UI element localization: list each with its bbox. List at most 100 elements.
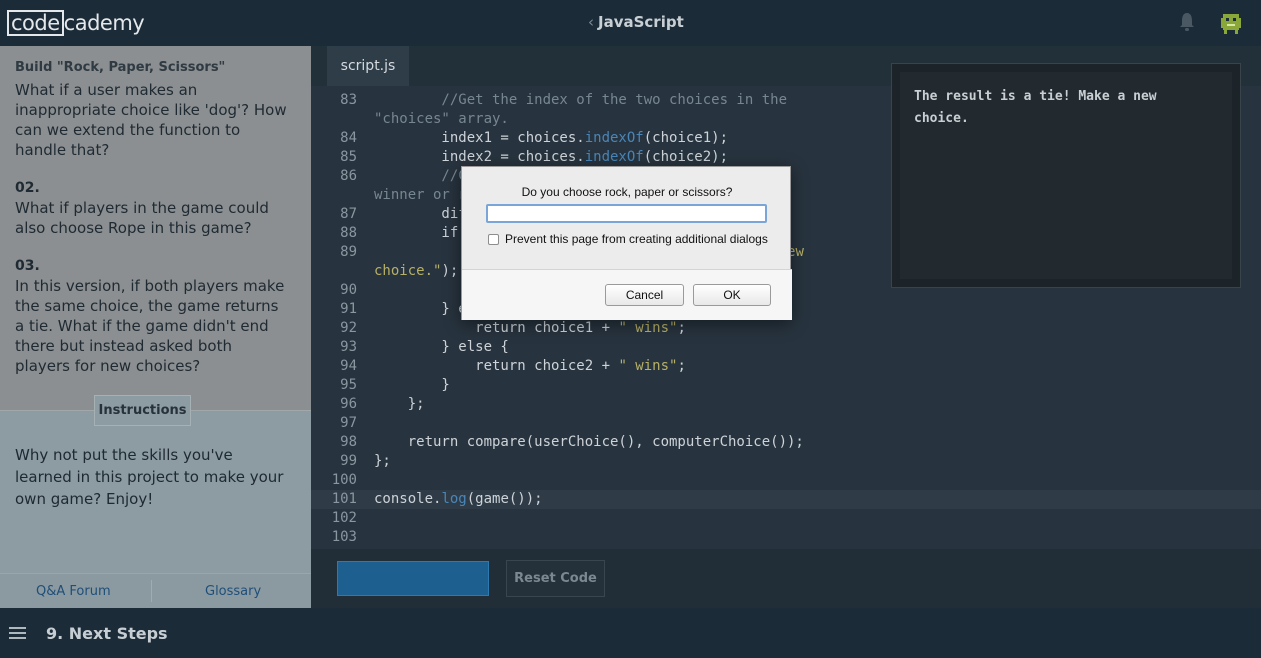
current-step-label[interactable]: 9. Next Steps (46, 624, 168, 643)
code-line: return choice2 + " wins"; (374, 358, 686, 374)
file-tab-script[interactable]: script.js (327, 46, 409, 86)
item-number: 02. (15, 180, 40, 196)
dialog-separator (462, 269, 792, 270)
code-token: } (374, 377, 450, 393)
line-number: 96 (340, 396, 357, 412)
code-token: return choice2 + (374, 358, 619, 374)
prompt-dialog: Do you choose rock, paper or scissors? P… (461, 166, 792, 320)
line-number: 101 (331, 491, 357, 507)
line-number: 98 (340, 434, 357, 450)
code-token: index2 = choices. (374, 149, 585, 165)
code-token: return choice1 + (374, 320, 619, 336)
instructions-text: Why not put the skills you've learned in… (15, 446, 284, 508)
code-line: }; (374, 396, 425, 412)
line-number: 95 (340, 377, 357, 393)
line-number: 99 (340, 453, 357, 469)
code-token: " wins" (618, 320, 678, 336)
lesson-title: Build "Rock, Paper, Scissors" (0, 46, 311, 82)
line-number: 97 (340, 415, 357, 431)
code-token: choice." (374, 263, 442, 279)
code-token: "choices" array. (374, 111, 509, 127)
glossary-link[interactable]: Glossary (205, 584, 261, 599)
code-line: index1 = choices.indexOf(choice1); (374, 130, 728, 146)
line-number: 103 (331, 529, 357, 545)
code-line: } else { (374, 339, 509, 355)
chevron-left-icon: ‹ (588, 13, 594, 31)
item-text: In this version, if both players make th… (15, 277, 285, 375)
line-number: 102 (331, 510, 357, 526)
code-token: (choice1); (643, 130, 729, 146)
console-screen: The result is a tie! Make a new choice. (900, 72, 1232, 279)
code-token: //Get the index of the two choices in th… (374, 92, 788, 108)
code-token: log (441, 491, 467, 507)
code-token: console. (374, 491, 442, 507)
checkbox-box[interactable] (488, 233, 499, 245)
code-line: console.log(game()); (374, 491, 543, 507)
menu-icon[interactable] (9, 627, 26, 640)
line-number: 100 (331, 472, 357, 488)
line-number: 93 (340, 339, 357, 355)
item-number: 03. (15, 258, 40, 274)
code-line: "choices" array. (374, 111, 509, 127)
instructions-tab[interactable]: Instructions (94, 395, 191, 426)
code-token: indexOf (584, 130, 644, 146)
run-button[interactable] (337, 561, 489, 596)
course-breadcrumb[interactable]: ‹ JavaScript (588, 13, 684, 31)
bottom-bar: 9. Next Steps (0, 608, 1261, 658)
console-output-text: The result is a tie! Make a new choice. (914, 89, 1157, 126)
item-text: What if players in the game could also c… (15, 199, 269, 237)
reset-code-button[interactable]: Reset Code (506, 560, 605, 597)
code-token: indexOf (584, 149, 644, 165)
line-number: 90 (340, 282, 357, 298)
code-token: " wins" (618, 358, 678, 374)
line-number: 94 (340, 358, 357, 374)
line-number: 91 (340, 301, 357, 317)
code-line: choice."); (374, 263, 458, 279)
code-line: return choice1 + " wins"; (374, 320, 686, 336)
lesson-panel: What if a user makes an inappropriate ch… (0, 46, 311, 608)
console-output-panel: The result is a tie! Make a new choice. (891, 63, 1241, 288)
logo-cademy-text: cademy (63, 11, 145, 35)
code-token: ; (677, 320, 686, 336)
code-token: }; (374, 453, 391, 469)
line-number: 84 (340, 130, 357, 146)
code-line: index2 = choices.indexOf(choice2); (374, 149, 728, 165)
lesson-intro-text: What if a user makes an inappropriate ch… (15, 81, 287, 159)
line-number: 85 (340, 149, 357, 165)
notification-bell-icon[interactable] (1178, 12, 1196, 32)
code-line: return compare(userChoice(), computerCho… (374, 434, 804, 450)
footer-separator (151, 580, 152, 602)
lesson-content[interactable]: What if a user makes an inappropriate ch… (15, 80, 290, 376)
top-navbar: code cademy ‹ JavaScript (0, 0, 1261, 46)
code-token: ); (441, 263, 459, 279)
code-token: }; (374, 396, 425, 412)
checkbox-label: Prevent this page from creating addition… (505, 232, 768, 246)
code-token: index1 = choices. (374, 130, 585, 146)
line-number: 86 (340, 168, 357, 184)
cancel-button[interactable]: Cancel (605, 284, 684, 306)
user-avatar-icon[interactable] (1218, 10, 1244, 36)
line-number: 89 (340, 244, 357, 260)
qa-forum-link[interactable]: Q&A Forum (36, 584, 111, 599)
editor-actions-bar: Reset Code (311, 549, 1261, 608)
breadcrumb-label: JavaScript (598, 13, 684, 31)
code-line (374, 282, 441, 298)
code-line: //Get the index of the two choices in th… (374, 92, 787, 108)
codecademy-logo[interactable]: code cademy (7, 10, 145, 36)
prevent-dialogs-checkbox[interactable]: Prevent this page from creating addition… (488, 232, 768, 246)
logo-code-box: code (7, 10, 64, 36)
code-token: ; (677, 358, 686, 374)
line-number: 87 (340, 206, 357, 222)
dialog-message: Do you choose rock, paper or scissors? (521, 185, 733, 199)
dialog-input[interactable] (486, 204, 767, 223)
line-number: 88 (340, 225, 357, 241)
code-token: return compare(userChoice(), computerCho… (374, 434, 804, 450)
line-number: 83 (340, 92, 357, 108)
code-line: }; (374, 453, 391, 469)
code-token: (game()); (466, 491, 543, 507)
lesson-footer: Q&A Forum Glossary (0, 573, 311, 608)
code-token: } else { (374, 339, 509, 355)
ok-button[interactable]: OK (693, 284, 771, 306)
code-line: } (374, 377, 450, 393)
